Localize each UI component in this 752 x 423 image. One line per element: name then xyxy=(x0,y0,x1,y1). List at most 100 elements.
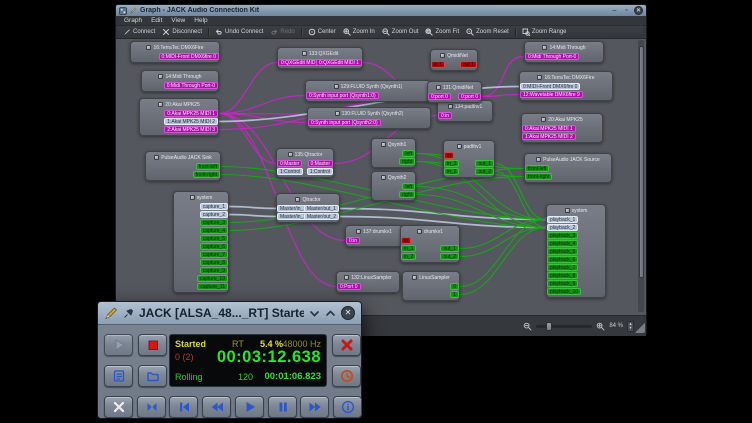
vertical-scrollbar[interactable] xyxy=(638,40,644,312)
port-capture-2[interactable]: capture_2 xyxy=(200,211,228,218)
zoom-in-small-icon[interactable] xyxy=(596,322,605,331)
port-out-1[interactable]: out_1 xyxy=(440,245,459,252)
transport-play-button[interactable] xyxy=(235,396,264,418)
connections-button[interactable] xyxy=(104,396,133,418)
port-front-right[interactable]: front-right xyxy=(525,173,552,180)
port-0-akai-mpk25-midi-1[interactable]: 0:Akai MPK25 MIDI 1 xyxy=(164,110,218,117)
node-qsynth2[interactable]: Qsynth2leftright xyxy=(371,171,416,201)
port-0-in[interactable]: 0:in xyxy=(438,112,452,119)
port-0-master[interactable]: 0:Master xyxy=(308,160,333,167)
port-in-2[interactable]: in_2 xyxy=(401,253,416,260)
port-left[interactable]: left xyxy=(402,183,415,190)
node-akai-mpk25-out[interactable]: 20:Akai MPK250:Akai MPK25 MIDI 11:Akai M… xyxy=(139,98,219,136)
port-1-akai-mpk25-midi-2[interactable]: 1:Akai MPK25 MIDI 2 xyxy=(522,133,576,140)
node-padthv1-jack[interactable]: padthv1inin_1out_1in_2out_2 xyxy=(443,140,495,178)
quit-button[interactable] xyxy=(332,334,361,356)
node-pulseaudio-jack-sink[interactable]: PulseAudio JACK Sinkfront-leftfront-righ… xyxy=(145,151,221,181)
node-midi-through-in[interactable]: 14:Midi Through0:Midi Through Port-0 xyxy=(524,41,604,63)
port-master-out-1[interactable]: Master/out_1 xyxy=(304,205,339,212)
port-playback-1[interactable]: playback_1 xyxy=(547,216,578,223)
node-linuxsampler-jack[interactable]: LinuxSampler01 xyxy=(402,271,460,301)
port-out-2[interactable]: out_2 xyxy=(475,168,494,175)
port-in-1[interactable]: in_1 xyxy=(401,245,416,252)
port-capture-11[interactable]: capture_11 xyxy=(197,283,228,290)
port-0-akai-mpk25-midi-1[interactable]: 0:Akai MPK25 MIDI 1 xyxy=(522,125,576,132)
port-out-2[interactable]: out_2 xyxy=(440,253,459,260)
resize-grip[interactable] xyxy=(635,323,645,333)
port-in-1[interactable]: in_1 xyxy=(444,160,459,167)
port-0-synth-input-port-qsynth1-0-[interactable]: 0:Synth input port (Qsynth1:0) xyxy=(306,92,379,99)
port-in[interactable]: in xyxy=(401,237,411,244)
node-fluid-synth-1[interactable]: 129:FLUID Synth (Qsynth1)0:Synth input p… xyxy=(305,80,431,102)
port-capture-10[interactable]: capture_10 xyxy=(197,275,228,282)
patchbay-button[interactable] xyxy=(137,396,166,418)
port-0-midi-front-dmx6fire-0[interactable]: 0:MIDI-Front DMX6fire 0 xyxy=(520,83,580,90)
toolbar-zoom-in[interactable]: Zoom In xyxy=(340,27,378,37)
shade-up-icon[interactable] xyxy=(325,309,336,318)
graph-titlebar[interactable]: Graph - JACK Audio Connection Kit – ▫ ✕ xyxy=(116,5,646,16)
menu-item-edit[interactable]: Edit xyxy=(147,17,166,24)
port-in-2[interactable]: in_2 xyxy=(444,168,459,175)
port-capture-4[interactable]: capture_4 xyxy=(200,227,228,234)
port-0-port-0[interactable]: 0:Port 0 xyxy=(337,283,361,290)
node-terratec-dmx6fire-in[interactable]: 16:TerraTec DMX6Fire0:MIDI-Front DMX6fir… xyxy=(519,71,613,101)
port-0-midi-through-port-0[interactable]: 0:Midi Through Port-0 xyxy=(164,82,218,89)
port-capture-9[interactable]: capture_9 xyxy=(200,267,228,274)
toolbar-zoom-range[interactable]: Zoom Range xyxy=(519,27,570,37)
port-1-control[interactable]: 1:Control xyxy=(277,168,303,175)
port-playback-2[interactable]: playback_2 xyxy=(547,224,578,231)
port-playback-7[interactable]: playback_7 xyxy=(547,264,578,271)
port-playback-6[interactable]: playback_6 xyxy=(547,256,578,263)
node-qtractor-jack[interactable]: QtractorMaster/in_1Master/out_1Master/in… xyxy=(276,193,340,223)
toolbar-connect[interactable]: Connect xyxy=(120,27,158,37)
node-drumkv1-jack[interactable]: drumkv1inin_1out_1in_2out_2 xyxy=(400,225,460,263)
port-left[interactable]: left xyxy=(402,150,415,157)
port-12-wavetable-dmx6fire-9[interactable]: 12:Wavetable DMX6fire 9 xyxy=(520,91,583,98)
zoom-slider[interactable] xyxy=(536,325,592,328)
port-1[interactable]: 1 xyxy=(450,291,459,298)
port-1-akai-mpk25-midi-2[interactable]: 1:Akai MPK25 MIDI 2 xyxy=(164,118,218,125)
port-playback-4[interactable]: playback_4 xyxy=(547,240,578,247)
port-capture-3[interactable]: capture_3 xyxy=(200,219,228,226)
zoom-stepper[interactable]: ▲▼ xyxy=(627,321,634,332)
toolbar-center[interactable]: Center xyxy=(305,27,339,37)
port-1-control[interactable]: 1:Control xyxy=(307,168,333,175)
toolbar-zoom-out[interactable]: Zoom Out xyxy=(379,27,422,37)
port-0[interactable]: 0 xyxy=(450,283,459,290)
node-linuxsampler-alsa[interactable]: 132:LinuxSampler0:Port 0 xyxy=(336,271,400,293)
toolbar-undo-connect[interactable]: Undo Connect xyxy=(212,27,266,37)
port-out-1[interactable]: out_1 xyxy=(475,160,494,167)
graph-canvas[interactable]: 16:TerraTec DMX6Fire0:MIDI-Front DMX6fir… xyxy=(116,39,646,315)
node-qsynth1[interactable]: Qsynth1leftright xyxy=(371,138,416,168)
jack-titlebar[interactable]: JACK [ALSA_48..._RT] Started. ✕ xyxy=(98,302,361,325)
port-out-1[interactable]: out 1 xyxy=(460,61,477,68)
port-capture-8[interactable]: capture_8 xyxy=(200,259,228,266)
node-system-playback[interactable]: systemplayback_1playback_2playback_3play… xyxy=(546,204,606,298)
node-pulseaudio-jack-source[interactable]: PulseAudio JACK Sourcefront-leftfront-ri… xyxy=(524,153,612,183)
jack-close-button[interactable]: ✕ xyxy=(341,306,355,320)
menu-item-graph[interactable]: Graph xyxy=(120,17,146,24)
node-fluid-synth-2[interactable]: 130:FLUID Synth (Qsynth2)0:Synth input p… xyxy=(307,107,431,129)
graph-minimize-button[interactable]: – xyxy=(610,7,619,15)
menu-item-view[interactable]: View xyxy=(167,17,189,24)
port-0-midi-front-dmx6fire-0[interactable]: 0:MIDI-Front DMX6fire 0 xyxy=(159,53,219,60)
port-capture-6[interactable]: capture_6 xyxy=(200,243,228,250)
transport-forward-button[interactable] xyxy=(300,396,329,418)
menu-item-help[interactable]: Help xyxy=(190,17,211,24)
port-capture-5[interactable]: capture_5 xyxy=(200,235,228,242)
graph-close-button[interactable]: ✕ xyxy=(634,6,643,15)
port-0-qxgedit-midi-1[interactable]: 0:QXGEdit MIDI 1 xyxy=(316,59,362,66)
port-0-midi-through-port-0[interactable]: 0:Midi Through Port-0 xyxy=(525,53,579,60)
port-in-1[interactable]: in 1 xyxy=(431,61,445,68)
messages-button[interactable] xyxy=(104,365,133,387)
port-playback-10[interactable]: playback_10 xyxy=(547,288,581,295)
zoom-out-small-icon[interactable] xyxy=(523,322,532,331)
node-midi-through-out[interactable]: 14:Midi Through0:Midi Through Port-0 xyxy=(141,70,219,92)
port-right[interactable]: right xyxy=(399,158,415,165)
transport-rewind-button[interactable] xyxy=(202,396,231,418)
port-front-left[interactable]: front-left xyxy=(525,165,549,172)
port-in[interactable]: in xyxy=(444,152,454,159)
stop-button[interactable] xyxy=(138,334,167,356)
port-0-synth-input-port-qsynth2-0-[interactable]: 0:Synth input port (Qsynth2:0) xyxy=(308,119,381,126)
transport-start-button[interactable] xyxy=(169,396,198,418)
